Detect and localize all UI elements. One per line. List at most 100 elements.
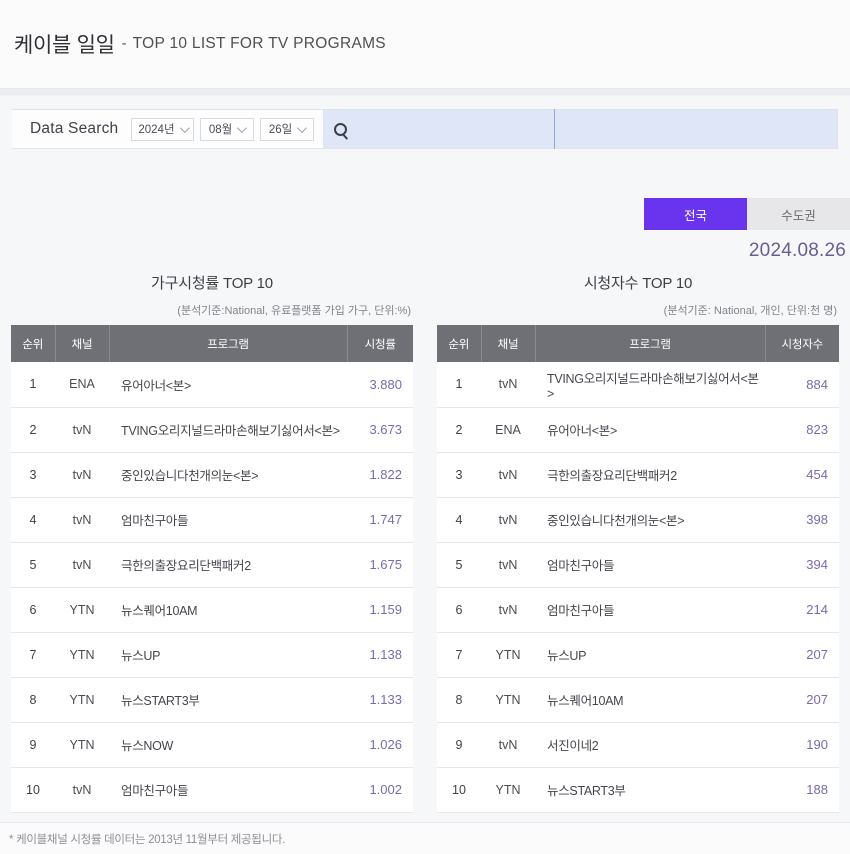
table-row[interactable]: 7 YTN 뉴스UP 1.138 (11, 632, 413, 678)
rank-cell: 7 (437, 632, 481, 678)
chevron-down-icon (179, 122, 190, 133)
rank-cell: 4 (437, 497, 481, 543)
page-subtitle: TOP 10 LIST FOR TV PROGRAMS (132, 35, 386, 52)
value-cell: 207 (765, 677, 839, 723)
program-cell: 중인있습니다천개의눈<본> (535, 497, 765, 543)
channel-cell: YTN (55, 722, 109, 768)
program-cell: 뉴스START3부 (109, 677, 347, 723)
channel-cell: YTN (481, 767, 535, 813)
title-dash: - (121, 34, 127, 52)
table-row[interactable]: 10 tvN 엄마친구아들 1.002 (11, 767, 413, 813)
panel-viewer-count: 시청자수 TOP 10 (분석기준: National, 개인, 단위:천 명)… (437, 272, 839, 813)
value-cell: 1.138 (347, 632, 413, 678)
table-row[interactable]: 9 tvN 서진이네2 190 (437, 722, 839, 768)
value-cell: 190 (765, 722, 839, 768)
column-header-rank: 순위 (11, 325, 56, 362)
value-cell: 394 (765, 542, 839, 588)
rank-cell: 5 (11, 542, 55, 588)
panel-title: 가구시청률 TOP 10 (151, 275, 273, 292)
day-select[interactable]: 26일 (259, 117, 314, 141)
table-row[interactable]: 9 YTN 뉴스NOW 1.026 (11, 722, 413, 768)
channel-cell: tvN (55, 497, 109, 543)
table-row[interactable]: 6 tvN 엄마친구아들 214 (437, 587, 839, 633)
column-header-rank: 순위 (437, 325, 482, 362)
value-cell: 214 (765, 587, 839, 633)
table-row[interactable]: 5 tvN 극한의출장요리단백패커2 1.675 (11, 542, 413, 588)
rank-cell: 6 (11, 587, 55, 633)
table-row[interactable]: 8 YTN 뉴스START3부 1.133 (11, 677, 413, 723)
program-cell: 극한의출장요리단백패커2 (109, 542, 347, 588)
header-divider (0, 88, 850, 96)
rank-cell: 9 (11, 722, 55, 768)
rank-cell: 3 (11, 452, 55, 498)
year-select[interactable]: 2024년 (131, 117, 194, 141)
viewer-count-table: 순위 채널 프로그램 시청자수 1 tvN TVING오리지널드라마손해보기싫어서<… (437, 325, 839, 813)
search-input[interactable] (322, 109, 556, 149)
panel-title: 시청자수 TOP 10 (583, 275, 693, 292)
chevron-down-icon (297, 122, 308, 133)
panel-subtitle: (분석기준: National, 개인, 단위:천 명) (663, 305, 837, 317)
value-cell: 3.673 (347, 407, 413, 453)
search-secondary-field[interactable] (555, 110, 837, 148)
program-cell: 뉴스UP (535, 632, 765, 678)
rank-cell: 5 (437, 542, 481, 588)
page-header: 케이블 일일 - TOP 10 LIST FOR TV PROGRAMS (0, 0, 850, 88)
tab-national[interactable]: 전국 (644, 198, 747, 230)
selected-date: 2024.08.26 (748, 240, 846, 261)
page-title: 케이블 일일 (14, 34, 115, 57)
table-row[interactable]: 10 YTN 뉴스START3부 188 (437, 767, 839, 813)
data-search-label: Data Search (12, 110, 132, 148)
program-cell: 뉴스퀘어10AM (535, 677, 765, 723)
rank-cell: 8 (11, 677, 55, 723)
channel-cell: tvN (481, 587, 535, 633)
channel-cell: tvN (55, 407, 109, 453)
month-select[interactable]: 08월 (199, 117, 254, 141)
value-cell: 3.880 (347, 362, 413, 408)
value-cell: 454 (765, 452, 839, 498)
channel-cell: tvN (481, 722, 535, 768)
table-header-row: 순위 채널 프로그램 시청자수 (437, 325, 839, 362)
table-row[interactable]: 4 tvN 엄마친구아들 1.747 (11, 497, 413, 543)
program-cell: 극한의출장요리단백패커2 (535, 452, 765, 498)
column-header-program: 프로그램 (535, 325, 766, 362)
search-icon[interactable] (333, 122, 347, 136)
table-row[interactable]: 4 tvN 중인있습니다천개의눈<본> 398 (437, 497, 839, 543)
channel-cell: tvN (55, 452, 109, 498)
table-row[interactable]: 6 YTN 뉴스퀘어10AM 1.159 (11, 587, 413, 633)
table-row[interactable]: 1 tvN TVING오리지널드라마손해보기싫어서<본> 884 (437, 362, 839, 408)
rank-cell: 10 (11, 767, 55, 813)
channel-cell: tvN (481, 497, 535, 543)
table-row[interactable]: 3 tvN 중인있습니다천개의눈<본> 1.822 (11, 452, 413, 498)
value-cell: 398 (765, 497, 839, 543)
month-select-value: 08월 (208, 124, 233, 136)
footer-note: * 케이블채널 시청률 데이터는 2013년 11월부터 제공됩니다. (0, 822, 850, 854)
value-cell: 823 (765, 407, 839, 453)
column-header-program: 프로그램 (109, 325, 348, 362)
rank-cell: 7 (11, 632, 55, 678)
channel-cell: ENA (55, 362, 109, 408)
channel-cell: YTN (481, 632, 535, 678)
table-header-row: 순위 채널 프로그램 시청률 (11, 325, 413, 362)
program-cell: 엄마친구아들 (535, 542, 765, 588)
table-row[interactable]: 1 ENA 유어아너<본> 3.880 (11, 362, 413, 408)
program-cell: TVING오리지널드라마손해보기싫어서<본> (535, 362, 765, 408)
table-row[interactable]: 7 YTN 뉴스UP 207 (437, 632, 839, 678)
program-cell: 엄마친구아들 (109, 767, 347, 813)
value-cell: 1.822 (347, 452, 413, 498)
table-row[interactable]: 2 ENA 유어아너<본> 823 (437, 407, 839, 453)
tab-metro[interactable]: 수도권 (747, 198, 850, 230)
rank-cell: 3 (437, 452, 481, 498)
footer-note-text: * 케이블채널 시청률 데이터는 2013년 11월부터 제공됩니다. (9, 833, 286, 846)
table-row[interactable]: 3 tvN 극한의출장요리단백패커2 454 (437, 452, 839, 498)
day-select-value: 26일 (268, 124, 293, 136)
table-row[interactable]: 5 tvN 엄마친구아들 394 (437, 542, 839, 588)
household-rating-table: 순위 채널 프로그램 시청률 1 ENA 유어아너<본> 3.880 2 tvN TVING… (11, 325, 413, 813)
program-cell: 중인있습니다천개의눈<본> (109, 452, 347, 498)
column-header-value: 시청자수 (765, 325, 839, 362)
channel-cell: ENA (481, 407, 535, 453)
table-row[interactable]: 8 YTN 뉴스퀘어10AM 207 (437, 677, 839, 723)
value-cell: 1.159 (347, 587, 413, 633)
rank-cell: 1 (437, 362, 481, 408)
table-row[interactable]: 2 tvN TVING오리지널드라마손해보기싫어서<본> 3.673 (11, 407, 413, 453)
year-select-value: 2024년 (138, 124, 175, 136)
